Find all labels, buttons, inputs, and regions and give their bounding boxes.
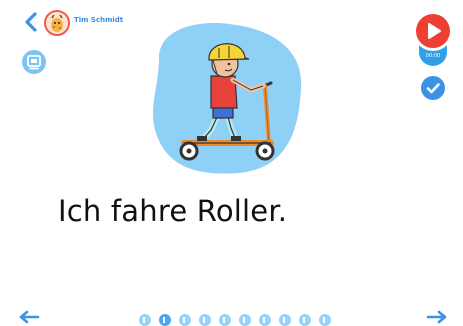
page-dot[interactable] (299, 314, 311, 326)
page-dot[interactable] (239, 314, 251, 326)
done-button[interactable] (421, 76, 445, 100)
next-page-arrow-icon[interactable] (426, 310, 448, 324)
page-dot[interactable] (219, 314, 231, 326)
avatar[interactable] (44, 10, 70, 36)
play-record-button[interactable] (416, 14, 450, 48)
presentation-icon (27, 55, 41, 70)
page-dot[interactable] (279, 314, 291, 326)
timer-text: 00:00 (425, 53, 441, 59)
page-dot[interactable] (319, 314, 331, 326)
page-dot[interactable] (139, 314, 151, 326)
page-dot[interactable] (259, 314, 271, 326)
page-dot[interactable] (179, 314, 191, 326)
user-name: Tim Schmidt (74, 16, 124, 24)
screen-button[interactable] (22, 50, 46, 74)
page-dot-current[interactable] (159, 314, 171, 326)
page-dot[interactable] (199, 314, 211, 326)
play-icon (428, 23, 441, 39)
boy-on-scooter-illustration (153, 23, 302, 174)
previous-page-arrow-icon[interactable] (18, 310, 40, 324)
story-sentence: Ich fahre Roller. (58, 194, 288, 228)
back-icon[interactable] (24, 12, 38, 32)
giraffe-avatar-icon (46, 12, 68, 34)
page-indicator (139, 314, 331, 326)
checkmark-icon (426, 83, 440, 94)
